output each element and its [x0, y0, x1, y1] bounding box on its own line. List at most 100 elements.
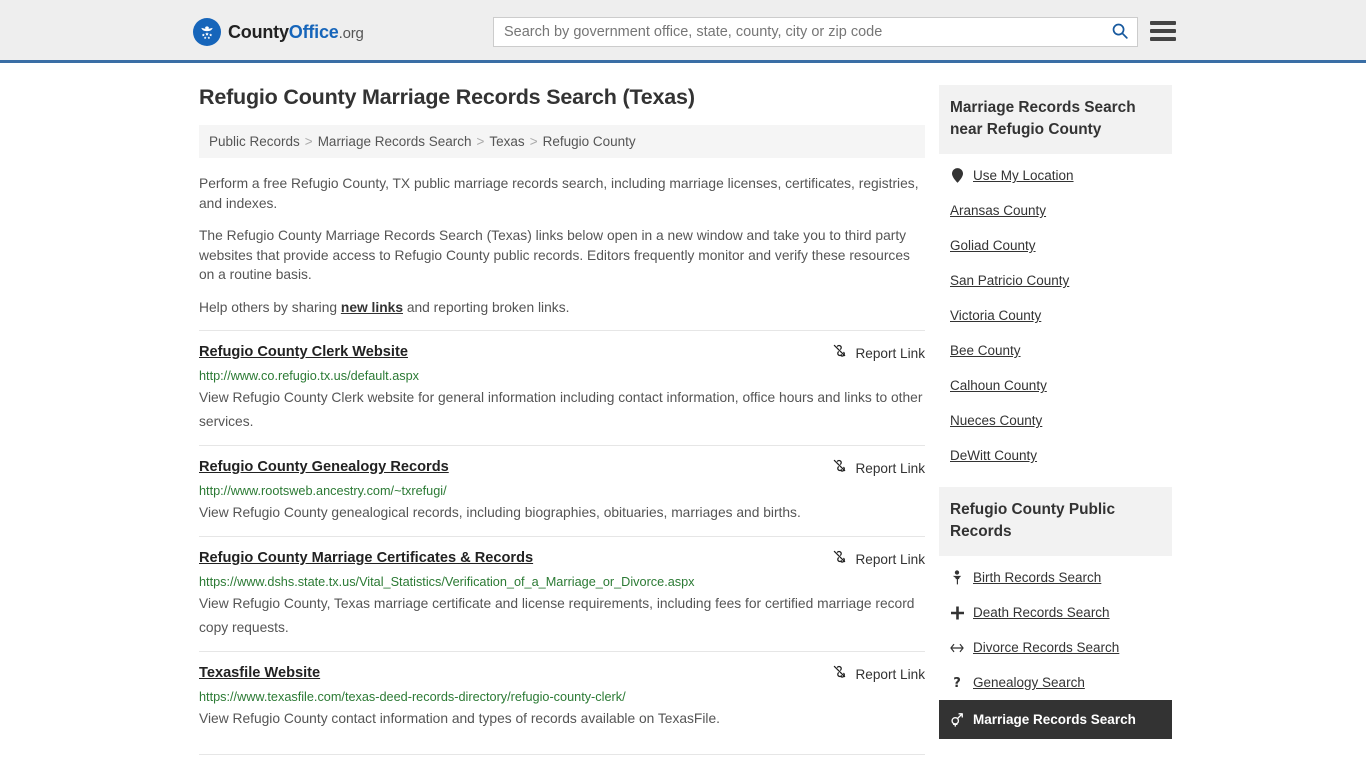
search-button[interactable]	[1103, 18, 1137, 46]
nearby-county-item[interactable]: Aransas County	[939, 193, 1172, 228]
search-icon	[1111, 22, 1129, 43]
result-description: View Refugio County genealogical records…	[199, 505, 801, 520]
search-bar[interactable]	[493, 17, 1138, 47]
public-record-item[interactable]: ? Genealogy Search	[939, 665, 1172, 700]
public-record-label[interactable]: Divorce Records Search	[973, 639, 1119, 656]
breadcrumb-separator: >	[476, 134, 485, 149]
eagle-emblem-icon	[193, 18, 221, 46]
page-title: Refugio County Marriage Records Search (…	[199, 85, 695, 109]
result-title-link[interactable]: Texasfile Website	[199, 664, 320, 682]
new-links-link[interactable]: new links	[341, 300, 403, 315]
result-header: Refugio County Clerk Website Report Link	[199, 343, 925, 363]
site-logo[interactable]: CountyOffice.org	[193, 18, 364, 46]
result-url: https://www.dshs.state.tx.us/Vital_Stati…	[199, 575, 695, 589]
report-link-button[interactable]: Report Link	[832, 343, 925, 363]
nearby-searches-card: Marriage Records Search near Refugio Cou…	[939, 85, 1172, 473]
nearby-county-label[interactable]: San Patricio County	[950, 272, 1069, 289]
nearby-county-item[interactable]: San Patricio County	[939, 263, 1172, 298]
result-title-link[interactable]: Refugio County Genealogy Records	[199, 458, 449, 476]
result-entry: Refugio County Marriage Certificates & R…	[199, 536, 925, 651]
logo-text-office: Office	[288, 21, 339, 42]
question-mark-icon: ?	[950, 675, 964, 691]
nearby-searches-heading: Marriage Records Search near Refugio Cou…	[939, 85, 1172, 154]
nearby-county-item[interactable]: DeWitt County	[939, 438, 1172, 473]
sidebar: Marriage Records Search near Refugio Cou…	[939, 85, 1172, 755]
page-body: Refugio County Marriage Records Search (…	[0, 63, 1366, 755]
intro-paragraph-2: The Refugio County Marriage Records Sear…	[199, 228, 910, 282]
content-bottom-divider	[199, 754, 925, 755]
breadcrumb-separator: >	[529, 134, 538, 149]
breadcrumb-separator: >	[304, 134, 313, 149]
nearby-county-label[interactable]: Victoria County	[950, 307, 1041, 324]
report-link-button[interactable]: Report Link	[832, 549, 925, 569]
left-right-arrow-icon	[950, 640, 964, 656]
public-record-label[interactable]: Marriage Records Search	[973, 711, 1136, 728]
nearby-county-label[interactable]: Calhoun County	[950, 377, 1047, 394]
intro-p3-after: and reporting broken links.	[403, 299, 570, 315]
site-header: CountyOffice.org	[0, 0, 1366, 63]
public-records-card: Refugio County Public Records Birth Reco…	[939, 487, 1172, 739]
public-record-label[interactable]: Death Records Search	[973, 604, 1110, 621]
breadcrumb-item-refugio-county[interactable]: Refugio County	[543, 134, 636, 149]
nearby-county-item[interactable]: Use My Location	[939, 158, 1172, 193]
result-url: http://www.co.refugio.tx.us/default.aspx	[199, 369, 420, 383]
nearby-county-label[interactable]: Aransas County	[950, 202, 1046, 219]
report-link-button[interactable]: Report Link	[832, 664, 925, 684]
nearby-county-item[interactable]: Victoria County	[939, 298, 1172, 333]
result-title-link[interactable]: Refugio County Clerk Website	[199, 343, 408, 361]
menu-bar-3	[1150, 37, 1176, 41]
result-entry: Texasfile Website Report Link https://www.…	[199, 651, 925, 742]
report-link-button[interactable]: Report Link	[832, 458, 925, 478]
intro-paragraph-1: Perform a free Refugio County, TX public…	[199, 176, 919, 211]
breadcrumb-item-marriage-records-search[interactable]: Marriage Records Search	[318, 134, 472, 149]
broken-link-icon	[832, 549, 847, 569]
public-records-heading: Refugio County Public Records	[939, 487, 1172, 556]
broken-link-icon	[832, 664, 847, 684]
public-record-item[interactable]: Divorce Records Search	[939, 630, 1172, 665]
baby-icon	[950, 570, 964, 586]
result-description: View Refugio County, Texas marriage cert…	[199, 596, 915, 635]
report-link-label: Report Link	[855, 345, 925, 361]
result-header: Texasfile Website Report Link	[199, 664, 925, 684]
result-entry: Refugio County Genealogy Records Report L…	[199, 445, 925, 536]
nearby-county-label[interactable]: Bee County	[950, 342, 1021, 359]
nearby-county-item[interactable]: Goliad County	[939, 228, 1172, 263]
public-record-item[interactable]: Marriage Records Search	[939, 700, 1172, 739]
result-entry: Refugio County Clerk Website Report Link h…	[199, 330, 925, 445]
main-content: Refugio County Marriage Records Search (…	[199, 85, 925, 755]
breadcrumb-item-texas[interactable]: Texas	[489, 134, 524, 149]
intro-p3-before: Help others by sharing	[199, 299, 341, 315]
nearby-searches-list: Use My Location Aransas County Goliad Coun…	[939, 154, 1172, 473]
public-record-item[interactable]: Death Records Search	[939, 595, 1172, 630]
public-record-item[interactable]: Birth Records Search	[939, 560, 1172, 595]
nearby-county-label[interactable]: Use My Location	[973, 167, 1074, 184]
result-description: View Refugio County contact information …	[199, 711, 720, 726]
nearby-county-item[interactable]: Nueces County	[939, 403, 1172, 438]
result-header: Refugio County Genealogy Records Report L…	[199, 458, 925, 478]
broken-link-icon	[832, 343, 847, 363]
report-link-label: Report Link	[855, 666, 925, 682]
intro-paragraph-3: Help others by sharing new links and rep…	[199, 298, 925, 318]
menu-bar-2	[1150, 29, 1176, 33]
intro-section: Perform a free Refugio County, TX public…	[199, 174, 925, 317]
nearby-county-item[interactable]: Calhoun County	[939, 368, 1172, 403]
public-records-list: Birth Records Search Death Records Search…	[939, 556, 1172, 739]
breadcrumb-item-public-records[interactable]: Public Records	[209, 134, 300, 149]
result-title-link[interactable]: Refugio County Marriage Certificates & R…	[199, 549, 533, 567]
public-record-label[interactable]: Genealogy Search	[973, 674, 1085, 691]
map-pin-icon	[950, 168, 964, 184]
hamburger-menu-icon[interactable]	[1150, 19, 1176, 43]
results-list: Refugio County Clerk Website Report Link h…	[199, 330, 925, 742]
nearby-county-label[interactable]: Goliad County	[950, 237, 1036, 254]
breadcrumb: Public Records > Marriage Records Search > T…	[199, 125, 925, 158]
nearby-county-item[interactable]: Bee County	[939, 333, 1172, 368]
site-logo-text: CountyOffice.org	[228, 22, 364, 43]
nearby-county-label[interactable]: DeWitt County	[950, 447, 1037, 464]
search-input[interactable]	[494, 18, 1103, 46]
report-link-label: Report Link	[855, 551, 925, 567]
cross-icon	[950, 605, 964, 621]
nearby-county-label[interactable]: Nueces County	[950, 412, 1042, 429]
result-header: Refugio County Marriage Certificates & R…	[199, 549, 925, 569]
svg-text:?: ?	[953, 676, 961, 690]
public-record-label[interactable]: Birth Records Search	[973, 569, 1101, 586]
